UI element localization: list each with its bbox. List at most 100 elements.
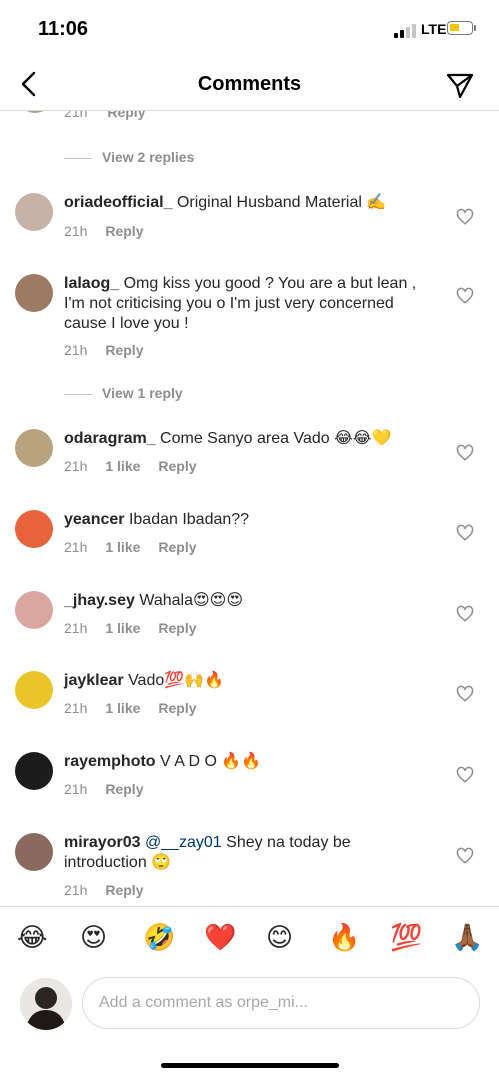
comment-composer (0, 970, 499, 1050)
avatar[interactable] (15, 752, 53, 790)
heart-icon[interactable] (456, 287, 474, 305)
divider-line (64, 157, 92, 159)
heart-icon[interactable] (456, 766, 474, 784)
comment-time: 21h (64, 223, 88, 239)
comment-body: Original Husband Material ✍️ (176, 194, 387, 211)
comment-text: rayemphoto V A D O 🔥🔥 (64, 752, 424, 772)
comment-username[interactable]: yeancer (64, 511, 125, 528)
comment-meta: 21h 1 like Reply (64, 620, 197, 636)
comment-input[interactable] (82, 977, 480, 1029)
heart-icon[interactable] (456, 847, 474, 865)
heart-icon[interactable] (456, 444, 474, 462)
reply-button[interactable]: Reply (158, 620, 196, 636)
view-replies-label: View 2 replies (102, 149, 195, 165)
comments-list[interactable]: 21h Reply View 2 replies oriadeofficial_ … (0, 111, 499, 906)
battery-level (450, 24, 459, 31)
comment-username[interactable]: mirayor03 (64, 834, 141, 851)
comment-text: yeancer Ibadan Ibadan?? (64, 510, 424, 530)
avatar[interactable] (16, 111, 54, 113)
heart-icon[interactable] (456, 524, 474, 542)
comment-time: 21h (64, 620, 88, 636)
comment-body: V A D O 🔥🔥 (160, 753, 262, 770)
comment-meta: 21h Reply (64, 342, 143, 358)
clock: 11:06 (38, 18, 89, 40)
nav-header: Comments (0, 60, 499, 111)
comment-text: _jhay.sey Wahala😍😍😍 (64, 591, 424, 611)
comment-body: Vado💯🙌🔥 (128, 672, 225, 689)
avatar[interactable] (20, 978, 72, 1030)
emoji-button[interactable]: 😍 (80, 923, 107, 953)
comment-username[interactable]: jayklear (64, 672, 124, 689)
emoji-button[interactable]: 🤣 (143, 923, 175, 953)
comment-time: 21h (64, 342, 88, 358)
comment-text: mirayor03 @__zay01 Shey na today be intr… (64, 833, 424, 873)
comment-username[interactable]: rayemphoto (64, 753, 156, 770)
view-replies-button[interactable]: View 1 reply (64, 385, 183, 401)
network-type: LTE (421, 21, 447, 37)
comment-time: 21h (64, 882, 88, 898)
comment-meta: 21h 1 like Reply (64, 539, 197, 555)
comment-meta: 21h 1 like Reply (64, 700, 197, 716)
emoji-button[interactable]: 🙏🏾 (451, 923, 483, 953)
comment-meta: 21h Reply (64, 111, 145, 120)
reply-button[interactable]: Reply (107, 111, 145, 120)
comment-time: 21h (64, 539, 88, 555)
comment-time: 21h (64, 458, 88, 474)
avatar[interactable] (15, 591, 53, 629)
home-indicator[interactable] (161, 1063, 339, 1068)
reply-button[interactable]: Reply (105, 223, 143, 239)
comment-body: Ibadan Ibadan?? (128, 511, 250, 528)
like-count[interactable]: 1 like (105, 539, 140, 555)
view-replies-button[interactable]: View 2 replies (64, 149, 194, 165)
comment-meta: 21h Reply (64, 223, 143, 239)
heart-icon[interactable] (456, 208, 474, 226)
emoji-button[interactable]: 😂 (17, 923, 47, 953)
comment-time: 21h (64, 781, 88, 797)
comment-username[interactable]: _jhay.sey (64, 592, 135, 609)
comment-username[interactable]: oriadeofficial_ (64, 194, 172, 211)
comment-username[interactable]: lalaog_ (64, 275, 119, 292)
emoji-button[interactable]: 😊 (266, 923, 293, 953)
like-count[interactable]: 1 like (105, 458, 140, 474)
emoji-button[interactable]: ❤️ (204, 923, 236, 953)
reply-button[interactable]: Reply (158, 700, 196, 716)
comment-body: Wahala😍😍😍 (139, 592, 244, 609)
heart-icon[interactable] (456, 605, 474, 623)
emoji-button[interactable]: 💯 (390, 923, 422, 953)
avatar[interactable] (15, 429, 53, 467)
emoji-button[interactable]: 🔥 (328, 923, 360, 953)
reply-button[interactable]: Reply (105, 882, 143, 898)
view-replies-label: View 1 reply (102, 385, 183, 401)
emoji-bar: 😂 😍 🤣 ❤️ 😊 🔥 💯 🙏🏾 (0, 906, 499, 971)
reply-button[interactable]: Reply (105, 781, 143, 797)
paper-plane-icon[interactable] (444, 69, 476, 101)
avatar[interactable] (15, 510, 53, 548)
like-count[interactable]: 1 like (105, 620, 140, 636)
battery-icon (447, 21, 473, 35)
avatar[interactable] (15, 833, 53, 871)
divider-line (64, 393, 92, 395)
page-title: Comments (197, 73, 302, 95)
reply-button[interactable]: Reply (158, 539, 196, 555)
reply-button[interactable]: Reply (105, 342, 143, 358)
comment-meta: 21h Reply (64, 781, 143, 797)
avatar[interactable] (15, 274, 53, 312)
battery-tip (474, 25, 476, 31)
avatar[interactable] (15, 193, 53, 231)
comment-text: jayklear Vado💯🙌🔥 (64, 671, 424, 691)
heart-icon[interactable] (456, 685, 474, 703)
mention-link[interactable]: @__zay01 (145, 834, 222, 851)
signal-icon (394, 22, 416, 38)
comment-text: oriadeofficial_ Original Husband Materia… (64, 193, 424, 213)
comment-text: odaragram_ Come Sanyo area Vado 😂😂💛 (64, 429, 424, 449)
reply-button[interactable]: Reply (158, 458, 196, 474)
profile-photo (20, 978, 72, 1030)
avatar[interactable] (15, 671, 53, 709)
like-count[interactable]: 1 like (105, 700, 140, 716)
status-bar: 11:06 LTE (0, 0, 499, 60)
comment-body: Come Sanyo area Vado 😂😂💛 (160, 430, 392, 447)
comment-time: 21h (64, 700, 88, 716)
comment-username[interactable]: odaragram_ (64, 430, 156, 447)
comment-text: lalaog_ Omg kiss you good ? You are a bu… (64, 274, 424, 334)
comment-meta: 21h Reply (64, 882, 143, 898)
